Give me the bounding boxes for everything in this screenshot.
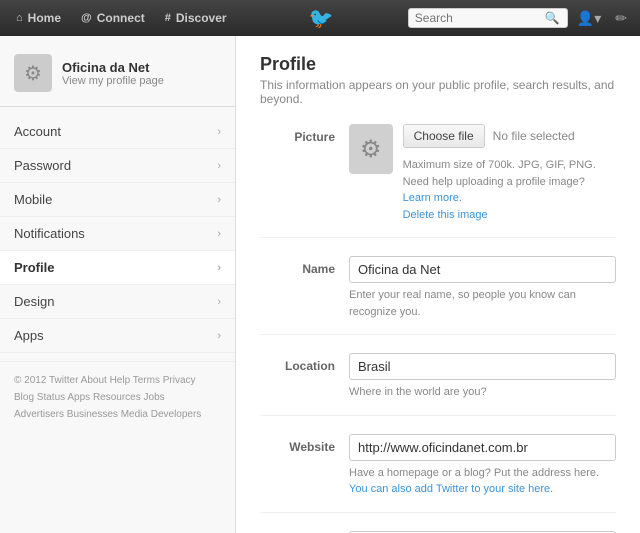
sidebar-item-notifications[interactable]: Notifications › xyxy=(0,217,235,251)
avatar-icon: ⚙ xyxy=(24,61,42,86)
sidebar-item-notifications-label: Notifications xyxy=(14,226,85,241)
no-file-text: No file selected xyxy=(493,129,575,143)
choose-file-button[interactable]: Choose file xyxy=(403,124,485,148)
website-row: Website Have a homepage or a blog? Put t… xyxy=(260,434,616,513)
sidebar-item-design-label: Design xyxy=(14,294,54,309)
discover-nav-button[interactable]: # Discover xyxy=(157,7,235,29)
search-input[interactable] xyxy=(415,11,545,25)
sidebar-item-mobile[interactable]: Mobile › xyxy=(0,183,235,217)
sidebar-item-apps-label: Apps xyxy=(14,328,44,343)
location-label: Location xyxy=(260,353,335,373)
profile-sub: View my profile page xyxy=(62,75,164,87)
sidebar-item-account[interactable]: Account › xyxy=(0,115,235,149)
home-nav-button[interactable]: ⌂ Home xyxy=(8,7,69,29)
name-label: Name xyxy=(260,256,335,276)
nav-center: 🐦 xyxy=(239,6,404,31)
sidebar-footer: © 2012 Twitter About Help Terms Privacy … xyxy=(0,361,235,433)
page-title: Profile xyxy=(260,54,616,75)
user-menu-button[interactable]: 👤▾ xyxy=(572,8,606,29)
connect-label: Connect xyxy=(97,11,145,25)
profile-info: Oficina da Net View my profile page xyxy=(62,60,164,87)
chevron-right-icon: › xyxy=(217,160,221,172)
location-field: Where in the world are you? xyxy=(349,353,616,401)
location-input[interactable] xyxy=(349,353,616,380)
home-icon: ⌂ xyxy=(16,12,23,24)
location-row: Location Where in the world are you? xyxy=(260,353,616,416)
location-hint: Where in the world are you? xyxy=(349,384,616,401)
sidebar: ⚙ Oficina da Net View my profile page Ac… xyxy=(0,36,236,533)
picture-learn-more-link[interactable]: Learn more. xyxy=(403,192,462,204)
home-label: Home xyxy=(28,11,61,25)
twitter-bird-icon: 🐦 xyxy=(309,6,334,31)
picture-field: ⚙ Choose file No file selected Maximum s… xyxy=(349,124,616,223)
search-icon: 🔍 xyxy=(545,11,560,25)
page-subtitle: This information appears on your public … xyxy=(260,78,616,106)
sidebar-item-password[interactable]: Password › xyxy=(0,149,235,183)
sidebar-item-password-label: Password xyxy=(14,158,71,173)
picture-hint1: Maximum size of 700k. JPG, GIF, PNG. xyxy=(403,159,596,171)
website-field: Have a homepage or a blog? Put the addre… xyxy=(349,434,616,498)
picture-hint: Maximum size of 700k. JPG, GIF, PNG. Nee… xyxy=(403,157,616,223)
chevron-right-icon: › xyxy=(217,296,221,308)
picture-file-row: Choose file No file selected xyxy=(403,124,616,148)
picture-container: ⚙ Choose file No file selected Maximum s… xyxy=(349,124,616,223)
website-label: Website xyxy=(260,434,335,454)
chevron-right-icon: › xyxy=(217,228,221,240)
footer-line1: © 2012 Twitter About Help Terms Privacy xyxy=(14,372,221,389)
profile-name: Oficina da Net xyxy=(62,60,164,75)
picture-hint2: Need help uploading a profile image? xyxy=(403,176,585,188)
picture-controls: Choose file No file selected Maximum siz… xyxy=(403,124,616,223)
footer-line3: Advertisers Businesses Media Developers xyxy=(14,406,221,423)
website-input[interactable] xyxy=(349,434,616,461)
sidebar-menu: Account › Password › Mobile › Notificati… xyxy=(0,115,235,353)
sidebar-item-mobile-label: Mobile xyxy=(14,192,52,207)
avatar: ⚙ xyxy=(14,54,52,92)
name-input[interactable] xyxy=(349,256,616,283)
at-icon: @ xyxy=(81,12,92,24)
website-add-twitter-link[interactable]: You can also add Twitter to your site he… xyxy=(349,483,553,495)
chevron-right-icon: › xyxy=(217,330,221,342)
hash-icon: # xyxy=(165,12,171,24)
connect-nav-button[interactable]: @ Connect xyxy=(73,7,153,29)
picture-row: Picture ⚙ Choose file No file selected M… xyxy=(260,124,616,238)
website-hint1: Have a homepage or a blog? Put the addre… xyxy=(349,467,599,479)
chevron-right-icon: › xyxy=(217,126,221,138)
gear-icon: ⚙ xyxy=(360,135,382,164)
chevron-right-icon: › xyxy=(217,194,221,206)
name-row: Name Enter your real name, so people you… xyxy=(260,256,616,335)
sidebar-item-profile-label: Profile xyxy=(14,260,54,275)
sidebar-item-apps[interactable]: Apps › xyxy=(0,319,235,353)
name-field: Enter your real name, so people you know… xyxy=(349,256,616,320)
sidebar-item-design[interactable]: Design › xyxy=(0,285,235,319)
chevron-right-icon: › xyxy=(217,262,221,274)
sidebar-item-account-label: Account xyxy=(14,124,61,139)
delete-image-link[interactable]: Delete this image xyxy=(403,209,488,221)
compose-tweet-button[interactable]: ✏ xyxy=(610,8,632,29)
footer-line2: Blog Status Apps Resources Jobs xyxy=(14,389,221,406)
sidebar-profile: ⚙ Oficina da Net View my profile page xyxy=(0,46,235,107)
picture-label: Picture xyxy=(260,124,335,144)
name-hint: Enter your real name, so people you know… xyxy=(349,287,616,320)
main-layout: ⚙ Oficina da Net View my profile page Ac… xyxy=(0,36,640,533)
discover-label: Discover xyxy=(176,11,227,25)
website-hint: Have a homepage or a blog? Put the addre… xyxy=(349,465,616,498)
sidebar-item-profile[interactable]: Profile › xyxy=(0,251,235,285)
picture-thumbnail: ⚙ xyxy=(349,124,393,174)
main-content: Profile This information appears on your… xyxy=(236,36,640,533)
top-navigation: ⌂ Home @ Connect # Discover 🐦 🔍 👤▾ ✏ xyxy=(0,0,640,36)
search-box: 🔍 xyxy=(408,8,568,28)
